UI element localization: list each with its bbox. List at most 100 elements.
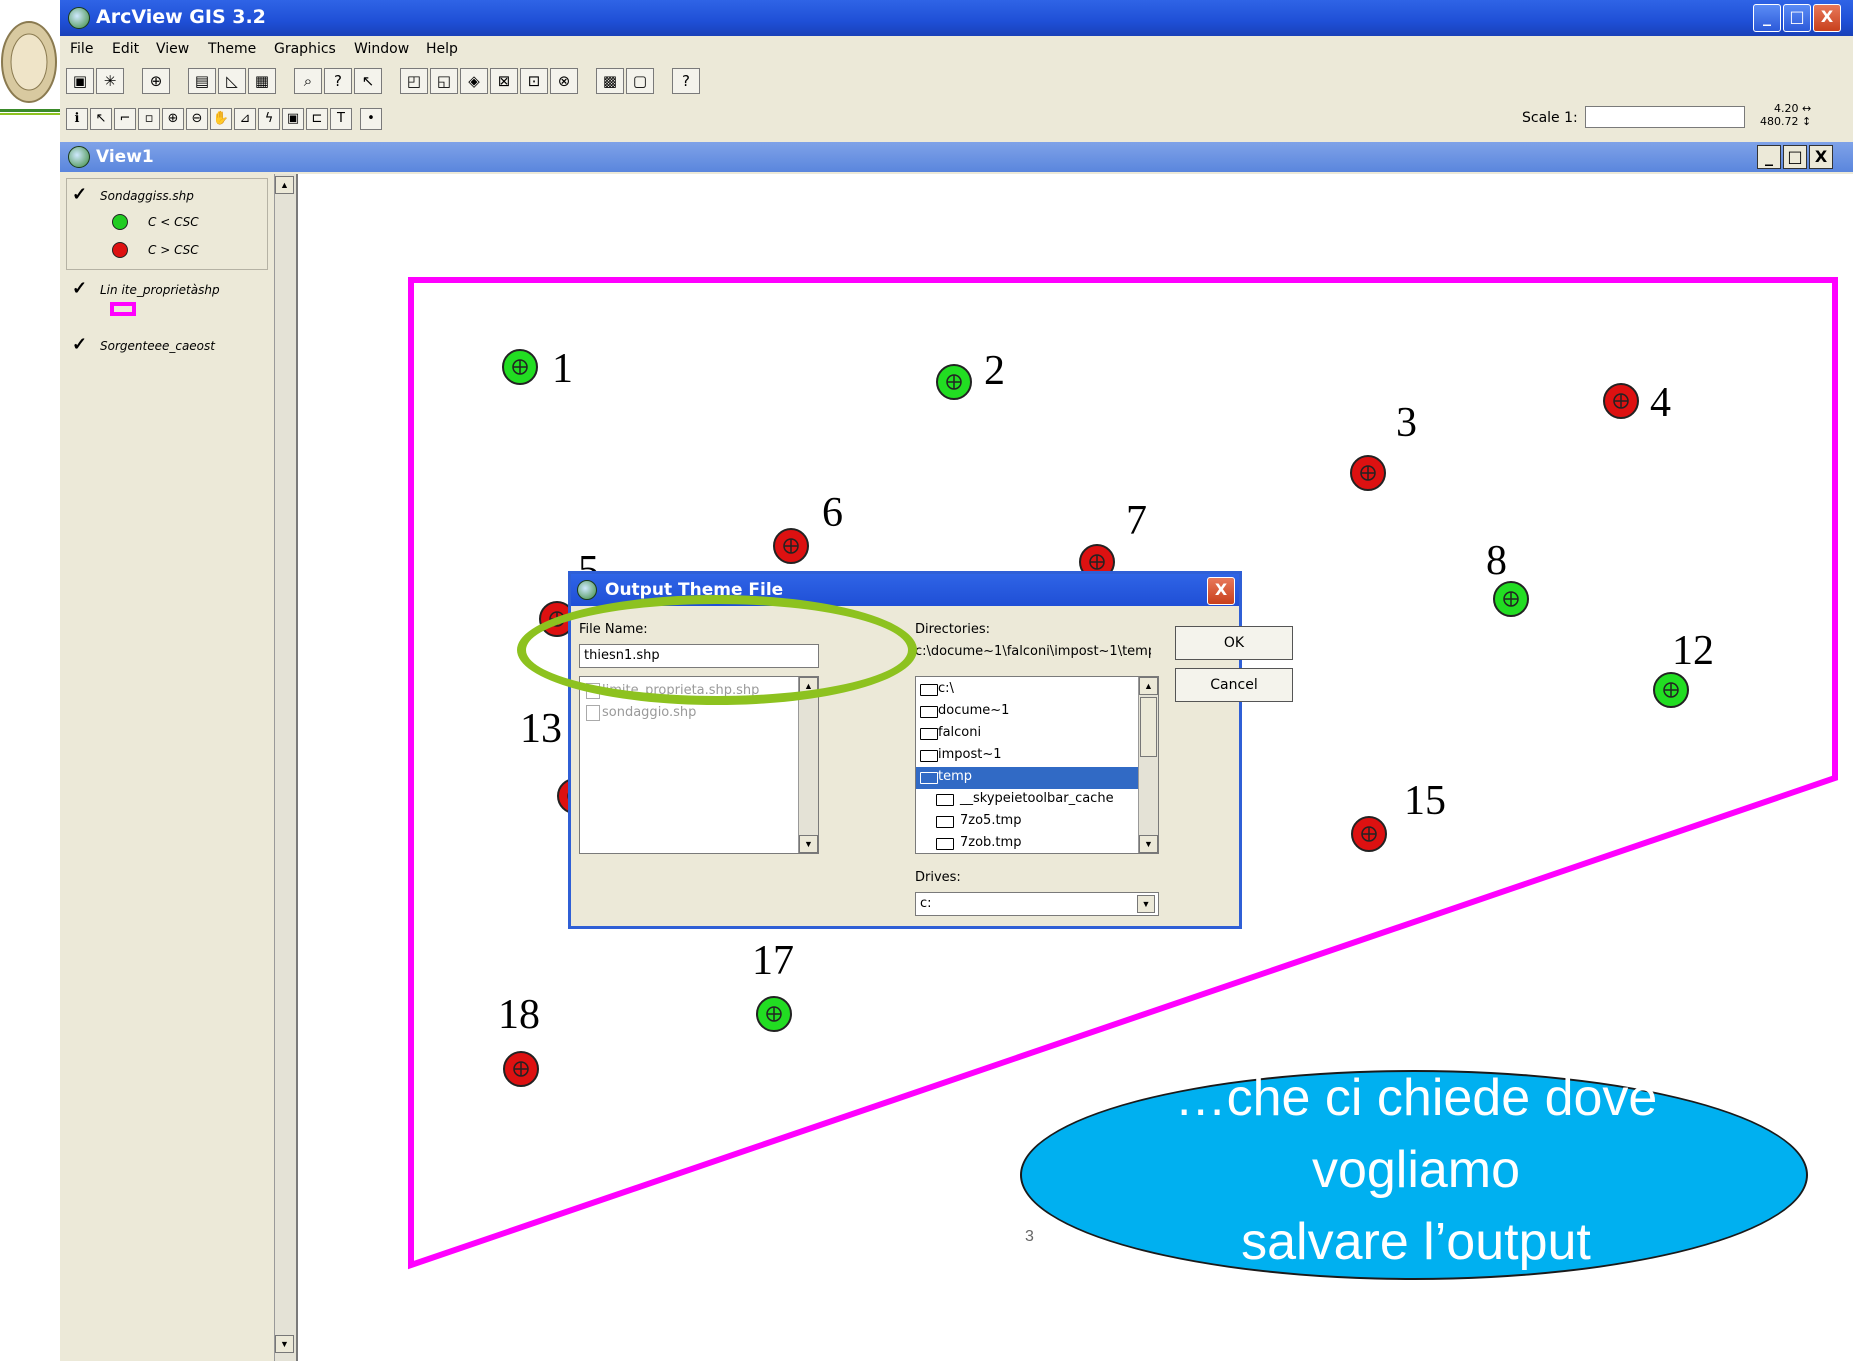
menu-file[interactable]: File bbox=[70, 41, 93, 57]
directories-label: Directories: bbox=[915, 622, 990, 637]
point-label: 1 bbox=[552, 346, 573, 392]
open-folder-icon bbox=[920, 706, 938, 718]
sampling-point-7[interactable]: 7 bbox=[1079, 498, 1147, 580]
draw-point-icon[interactable]: • bbox=[360, 108, 382, 130]
menu-view[interactable]: View bbox=[156, 41, 189, 57]
zoom-out-tool-icon[interactable]: ⊖ bbox=[186, 108, 208, 130]
directory-item[interactable]: c:\ bbox=[938, 681, 954, 696]
table-of-contents: ✓ Sondaggiss.shp C < CSC C > CSC ✓ Lin i… bbox=[60, 174, 275, 1361]
directory-item[interactable]: __skypeietoolbar_cache bbox=[960, 791, 1114, 806]
file-list-item[interactable]: sondaggio.shp bbox=[602, 705, 696, 720]
menu-help[interactable]: Help bbox=[426, 41, 458, 57]
hotlink-icon[interactable]: ϟ bbox=[258, 108, 280, 130]
zoom-full-extent-icon[interactable]: ◰ bbox=[400, 68, 428, 94]
layer-visibility-checkbox[interactable]: ✓ bbox=[72, 184, 87, 205]
drives-label: Drives: bbox=[915, 870, 961, 885]
zoom-active-themes-icon[interactable]: ◱ bbox=[430, 68, 458, 94]
area-of-interest-icon[interactable]: ▣ bbox=[282, 108, 304, 130]
point-label: 6 bbox=[822, 490, 843, 536]
zoom-out-icon[interactable]: ⊡ bbox=[520, 68, 548, 94]
sampling-point-1[interactable]: 1 bbox=[502, 346, 573, 392]
measure-icon[interactable]: ⊿ bbox=[234, 108, 256, 130]
directory-item[interactable]: 7zob.tmp bbox=[960, 835, 1021, 850]
drives-select[interactable]: c: bbox=[915, 892, 1159, 916]
minimize-button[interactable]: _ bbox=[1753, 4, 1781, 32]
toc-scrollbar[interactable]: ▲ ▼ bbox=[274, 174, 297, 1361]
help-icon[interactable]: ? bbox=[672, 68, 700, 94]
maximize-button[interactable]: □ bbox=[1783, 4, 1811, 32]
selected-directory-item[interactable]: temp bbox=[938, 769, 972, 784]
directory-item[interactable]: docume~1 bbox=[938, 703, 1009, 718]
add-theme-icon[interactable]: ⊕ bbox=[142, 68, 170, 94]
polygon-legend-swatch bbox=[110, 302, 136, 316]
menu-graphics[interactable]: Graphics bbox=[274, 41, 336, 57]
pointer-icon[interactable]: ↖ bbox=[90, 108, 112, 130]
directory-item[interactable]: impost~1 bbox=[938, 747, 1002, 762]
scroll-down-arrow-icon[interactable]: ▼ bbox=[799, 835, 818, 853]
sampling-point-4[interactable]: 4 bbox=[1603, 380, 1671, 426]
layer-name[interactable]: Lin ite_proprietàshp bbox=[100, 283, 220, 297]
dialog-close-button[interactable]: X bbox=[1207, 577, 1235, 605]
directory-item[interactable]: 7zo5.tmp bbox=[960, 813, 1021, 828]
view-maximize-button[interactable]: □ bbox=[1783, 145, 1807, 169]
scale-input[interactable] bbox=[1585, 106, 1745, 128]
layer-name[interactable]: Sorgenteee_caeost bbox=[100, 339, 215, 353]
point-label: 17 bbox=[752, 938, 794, 984]
ok-button[interactable]: OK bbox=[1175, 626, 1293, 660]
menu-theme[interactable]: Theme bbox=[208, 41, 256, 57]
theme-properties-icon[interactable]: ▤ bbox=[188, 68, 216, 94]
dropdown-arrow-icon[interactable]: ▼ bbox=[1137, 895, 1155, 913]
close-button[interactable]: X bbox=[1813, 4, 1841, 32]
query-builder-icon[interactable]: ↖ bbox=[354, 68, 382, 94]
scroll-up-arrow-icon[interactable]: ▲ bbox=[1139, 677, 1158, 695]
zoom-previous-icon[interactable]: ⊗ bbox=[550, 68, 578, 94]
open-table-icon[interactable]: ▦ bbox=[248, 68, 276, 94]
menu-edit[interactable]: Edit bbox=[112, 41, 139, 57]
view-close-button[interactable]: X bbox=[1809, 145, 1833, 169]
sampling-point-15[interactable]: 15 bbox=[1351, 778, 1446, 852]
locate-address-icon[interactable]: ? bbox=[324, 68, 352, 94]
sampling-point-17[interactable]: 17 bbox=[752, 938, 794, 1032]
scroll-down-arrow-icon[interactable]: ▼ bbox=[1139, 835, 1158, 853]
menu-window[interactable]: Window bbox=[354, 41, 409, 57]
open-folder-icon bbox=[920, 750, 938, 762]
sampling-point-6[interactable]: 6 bbox=[773, 490, 843, 564]
directory-tree[interactable]: c:\ docume~1 falconi impost~1 temp __sky… bbox=[915, 676, 1159, 854]
save-project-icon[interactable]: ▣ bbox=[66, 68, 94, 94]
sampling-point-12[interactable]: 12 bbox=[1653, 628, 1714, 708]
cancel-button[interactable]: Cancel bbox=[1175, 668, 1293, 702]
sampling-point-18[interactable]: 18 bbox=[498, 992, 540, 1087]
scroll-thumb[interactable] bbox=[1140, 697, 1157, 757]
edit-legend-icon[interactable]: ◺ bbox=[218, 68, 246, 94]
label-icon[interactable]: ⊏ bbox=[306, 108, 328, 130]
view-titlebar[interactable]: View1 _ □ X bbox=[60, 142, 1853, 172]
scroll-down-arrow-icon[interactable]: ▼ bbox=[275, 1335, 294, 1353]
pan-icon[interactable]: ✋ bbox=[210, 108, 232, 130]
sampling-point-3[interactable]: 3 bbox=[1350, 400, 1417, 491]
file-list-scrollbar[interactable]: ▲ ▼ bbox=[798, 677, 818, 853]
point-label: 13 bbox=[520, 706, 562, 752]
find-icon[interactable]: ⌕ bbox=[294, 68, 322, 94]
scroll-up-arrow-icon[interactable]: ▲ bbox=[275, 176, 294, 194]
select-features-icon[interactable]: ▩ bbox=[596, 68, 624, 94]
select-feature-icon[interactable]: ▫ bbox=[138, 108, 160, 130]
sampling-point-2[interactable]: 2 bbox=[936, 348, 1005, 400]
clear-selection-icon[interactable]: ▢ bbox=[626, 68, 654, 94]
layer-visibility-checkbox[interactable]: ✓ bbox=[72, 278, 87, 299]
sampling-point-8[interactable]: 8 bbox=[1486, 538, 1529, 617]
explanation-callout: …che ci chiede dove vogliamo salvare l’o… bbox=[1020, 1069, 1808, 1280]
zoom-in-icon[interactable]: ⊠ bbox=[490, 68, 518, 94]
directory-item[interactable]: falconi bbox=[938, 725, 981, 740]
layer-name[interactable]: Sondaggiss.shp bbox=[100, 189, 194, 203]
zoom-in-tool-icon[interactable]: ⊕ bbox=[162, 108, 184, 130]
vertex-edit-icon[interactable]: ⌐ bbox=[114, 108, 136, 130]
text-tool-icon[interactable]: T bbox=[330, 108, 352, 130]
file-icon bbox=[586, 705, 600, 721]
layer-visibility-checkbox[interactable]: ✓ bbox=[72, 334, 87, 355]
directory-scrollbar[interactable]: ▲ ▼ bbox=[1138, 677, 1158, 853]
view-minimize-button[interactable]: _ bbox=[1757, 145, 1781, 169]
app-titlebar[interactable]: ArcView GIS 3.2 _ □ X bbox=[60, 0, 1853, 36]
zoom-selected-icon[interactable]: ◈ bbox=[460, 68, 488, 94]
new-project-icon[interactable]: ✳ bbox=[96, 68, 124, 94]
identify-icon[interactable]: ℹ bbox=[66, 108, 88, 130]
